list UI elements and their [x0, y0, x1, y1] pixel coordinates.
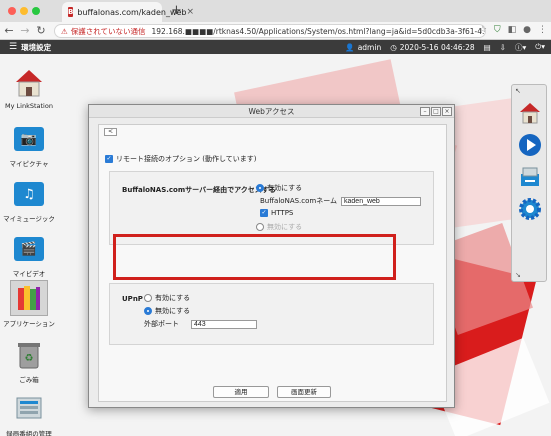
maximize-window-icon[interactable] — [32, 7, 40, 15]
storage-shortcut-icon[interactable] — [516, 163, 544, 191]
video-folder-icon: 🎬 — [12, 232, 46, 266]
upnp-disable-radio[interactable]: 無効にする — [144, 306, 190, 316]
desktop-icon-label: マイピクチャ — [9, 160, 49, 168]
back-button[interactable]: < — [104, 128, 117, 136]
external-port-row: 外部ポート — [144, 319, 257, 329]
app-bar: ☰ 環境設定 👤 admin ◷ 2020-5-16 04:46:28 ▤ ⇩ … — [0, 40, 551, 54]
upnp-disable-label: 無効にする — [155, 307, 191, 315]
panel-back-icon[interactable]: ↖ — [515, 87, 521, 95]
new-tab-button[interactable]: + — [171, 3, 182, 18]
desktop-icon-label: My LinkStation — [5, 102, 53, 110]
upnp-section: UPnP 有効にする 無効にする 外部ポート — [109, 283, 434, 345]
buffalonas-disable-radio[interactable]: 無効にする — [256, 222, 302, 232]
remote-option-row[interactable]: ✓ リモート接続のオプション (動作しています) — [105, 154, 256, 164]
applications-icon — [10, 280, 48, 316]
desktop-icon-trash[interactable]: ♻ ごみ箱 — [0, 338, 58, 384]
highlight-box — [113, 234, 396, 280]
recording-manager-icon — [12, 392, 46, 426]
profile-avatar-icon[interactable]: ● — [523, 25, 531, 35]
desktop-icon-my-linkstation[interactable]: My LinkStation — [0, 66, 58, 110]
address-bar-row: ← → ↻ ⚠ 保護されていない通信 192.168.■■■■/rtknas4.… — [0, 22, 551, 40]
dialog-title: Webアクセス — [248, 107, 295, 116]
desktop-icon-label: マイミュージック — [3, 215, 55, 223]
desktop-icon-label: アプリケーション — [3, 320, 55, 328]
enable-label: 有効にする — [267, 184, 303, 192]
https-row[interactable]: ✓ HTTPS — [260, 209, 293, 217]
desktop-icon-my-videos[interactable]: 🎬 マイビデオ — [0, 232, 58, 278]
upnp-label: UPnP — [122, 295, 143, 303]
remote-option-label: リモート接続のオプション (動作しています) — [116, 155, 257, 163]
hamburger-menu-icon[interactable]: ☰ — [9, 42, 17, 52]
clock-icon: ◷ — [390, 42, 397, 52]
url-text: 192.168.■■■■/rtknas4.50/Applications/Sys… — [151, 26, 486, 36]
buffalonas-name-input[interactable] — [341, 196, 422, 206]
desktop-icon-applications[interactable]: アプリケーション — [0, 280, 58, 328]
menu-more-icon[interactable]: ⋮ — [538, 25, 547, 35]
storage-icon[interactable]: ▤ — [484, 43, 491, 52]
buffalo-favicon-icon: B — [68, 7, 74, 17]
tab-close-icon[interactable]: × — [187, 7, 195, 17]
buffalonas-name-label: BuffaloNAS.comネーム — [260, 197, 338, 205]
warning-icon: ⚠ — [61, 26, 68, 36]
star-icon[interactable]: ☆ — [479, 25, 487, 35]
house-icon — [12, 66, 46, 100]
radio-unselected-icon[interactable] — [144, 294, 152, 302]
radio-selected-icon[interactable] — [144, 307, 152, 315]
disable-label: 無効にする — [267, 223, 303, 231]
buffalonas-enable-radio[interactable]: 有効にする — [256, 183, 302, 193]
buffalonas-section-label: BuffaloNAS.comサーバー経由でアクセスする — [122, 186, 276, 194]
https-checkbox-icon[interactable]: ✓ — [260, 209, 268, 217]
forward-arrow-icon[interactable]: → — [18, 24, 32, 37]
url-field[interactable]: ⚠ 保護されていない通信 192.168.■■■■/rtknas4.50/App… — [54, 24, 486, 38]
desktop-icon-recordings[interactable]: 録画番組の管理 — [0, 392, 58, 436]
right-side-panel: ↖ ↘ — [511, 84, 547, 282]
dialog-title-bar: Webアクセス – □ × — [89, 105, 454, 118]
browser-tab[interactable]: B buffalonas.com/kaden_web × — [62, 2, 194, 22]
external-port-input[interactable] — [191, 319, 257, 329]
settings-gear-icon[interactable] — [516, 195, 544, 223]
desktop-icon-my-music[interactable]: ♫ マイミュージック — [0, 177, 58, 223]
info-icon[interactable]: ⓘ▾ — [515, 42, 526, 53]
external-port-label: 外部ポート — [144, 320, 179, 328]
upnp-enable-radio[interactable]: 有効にする — [144, 293, 190, 303]
desktop-icon-label: マイビデオ — [12, 270, 46, 278]
trash-icon: ♻ — [12, 338, 46, 372]
dialog-close-icon[interactable]: × — [442, 107, 452, 116]
home-shortcut-icon[interactable] — [516, 99, 544, 127]
browser-toolbar-icons: ☆ ⛉ ◧ ● ⋮ — [479, 25, 547, 35]
close-window-icon[interactable] — [8, 7, 16, 15]
browser-tab-strip: B buffalonas.com/kaden_web × + — [0, 0, 551, 22]
download-icon[interactable]: ⇩ — [500, 43, 506, 52]
checkbox-checked-icon[interactable]: ✓ — [105, 155, 113, 163]
minimize-window-icon[interactable] — [20, 7, 28, 15]
dialog-maximize-icon[interactable]: □ — [431, 107, 441, 116]
upnp-enable-label: 有効にする — [155, 294, 191, 302]
desktop-icon-label: ごみ箱 — [19, 376, 39, 384]
music-folder-icon: ♫ — [12, 177, 46, 211]
reload-icon[interactable]: ↻ — [34, 24, 48, 37]
app-title: 環境設定 — [21, 42, 52, 52]
security-warning-text: 保護されていない通信 — [70, 26, 146, 36]
user-icon: 👤 — [345, 42, 355, 52]
power-icon[interactable]: ⏻▾ — [535, 42, 545, 52]
user-name[interactable]: admin — [358, 43, 382, 52]
datetime-text: 2020-5-16 04:46:28 — [399, 42, 475, 52]
panel-expand-icon[interactable]: ↘ — [515, 271, 521, 279]
dialog-minimize-icon[interactable]: – — [420, 107, 430, 116]
https-label: HTTPS — [271, 209, 294, 217]
svg-text:♻: ♻ — [25, 353, 34, 364]
buffalonas-name-row: BuffaloNAS.comネーム — [260, 196, 422, 206]
extensions-icon[interactable]: ◧ — [508, 25, 517, 35]
desktop-icon-label: 録画番組の管理 — [6, 430, 52, 436]
radio-unselected-icon[interactable] — [256, 223, 264, 231]
camera-folder-icon: 📷 — [12, 122, 46, 156]
radio-selected-icon[interactable] — [256, 184, 264, 192]
play-shortcut-icon[interactable] — [516, 131, 544, 159]
desktop-icon-my-pictures[interactable]: 📷 マイピクチャ — [0, 122, 58, 168]
shield-icon[interactable]: ⛉ — [494, 25, 501, 35]
back-arrow-icon[interactable]: ← — [2, 24, 16, 37]
apply-button[interactable]: 適用 — [213, 386, 269, 398]
refresh-button[interactable]: 画面更新 — [277, 386, 331, 398]
